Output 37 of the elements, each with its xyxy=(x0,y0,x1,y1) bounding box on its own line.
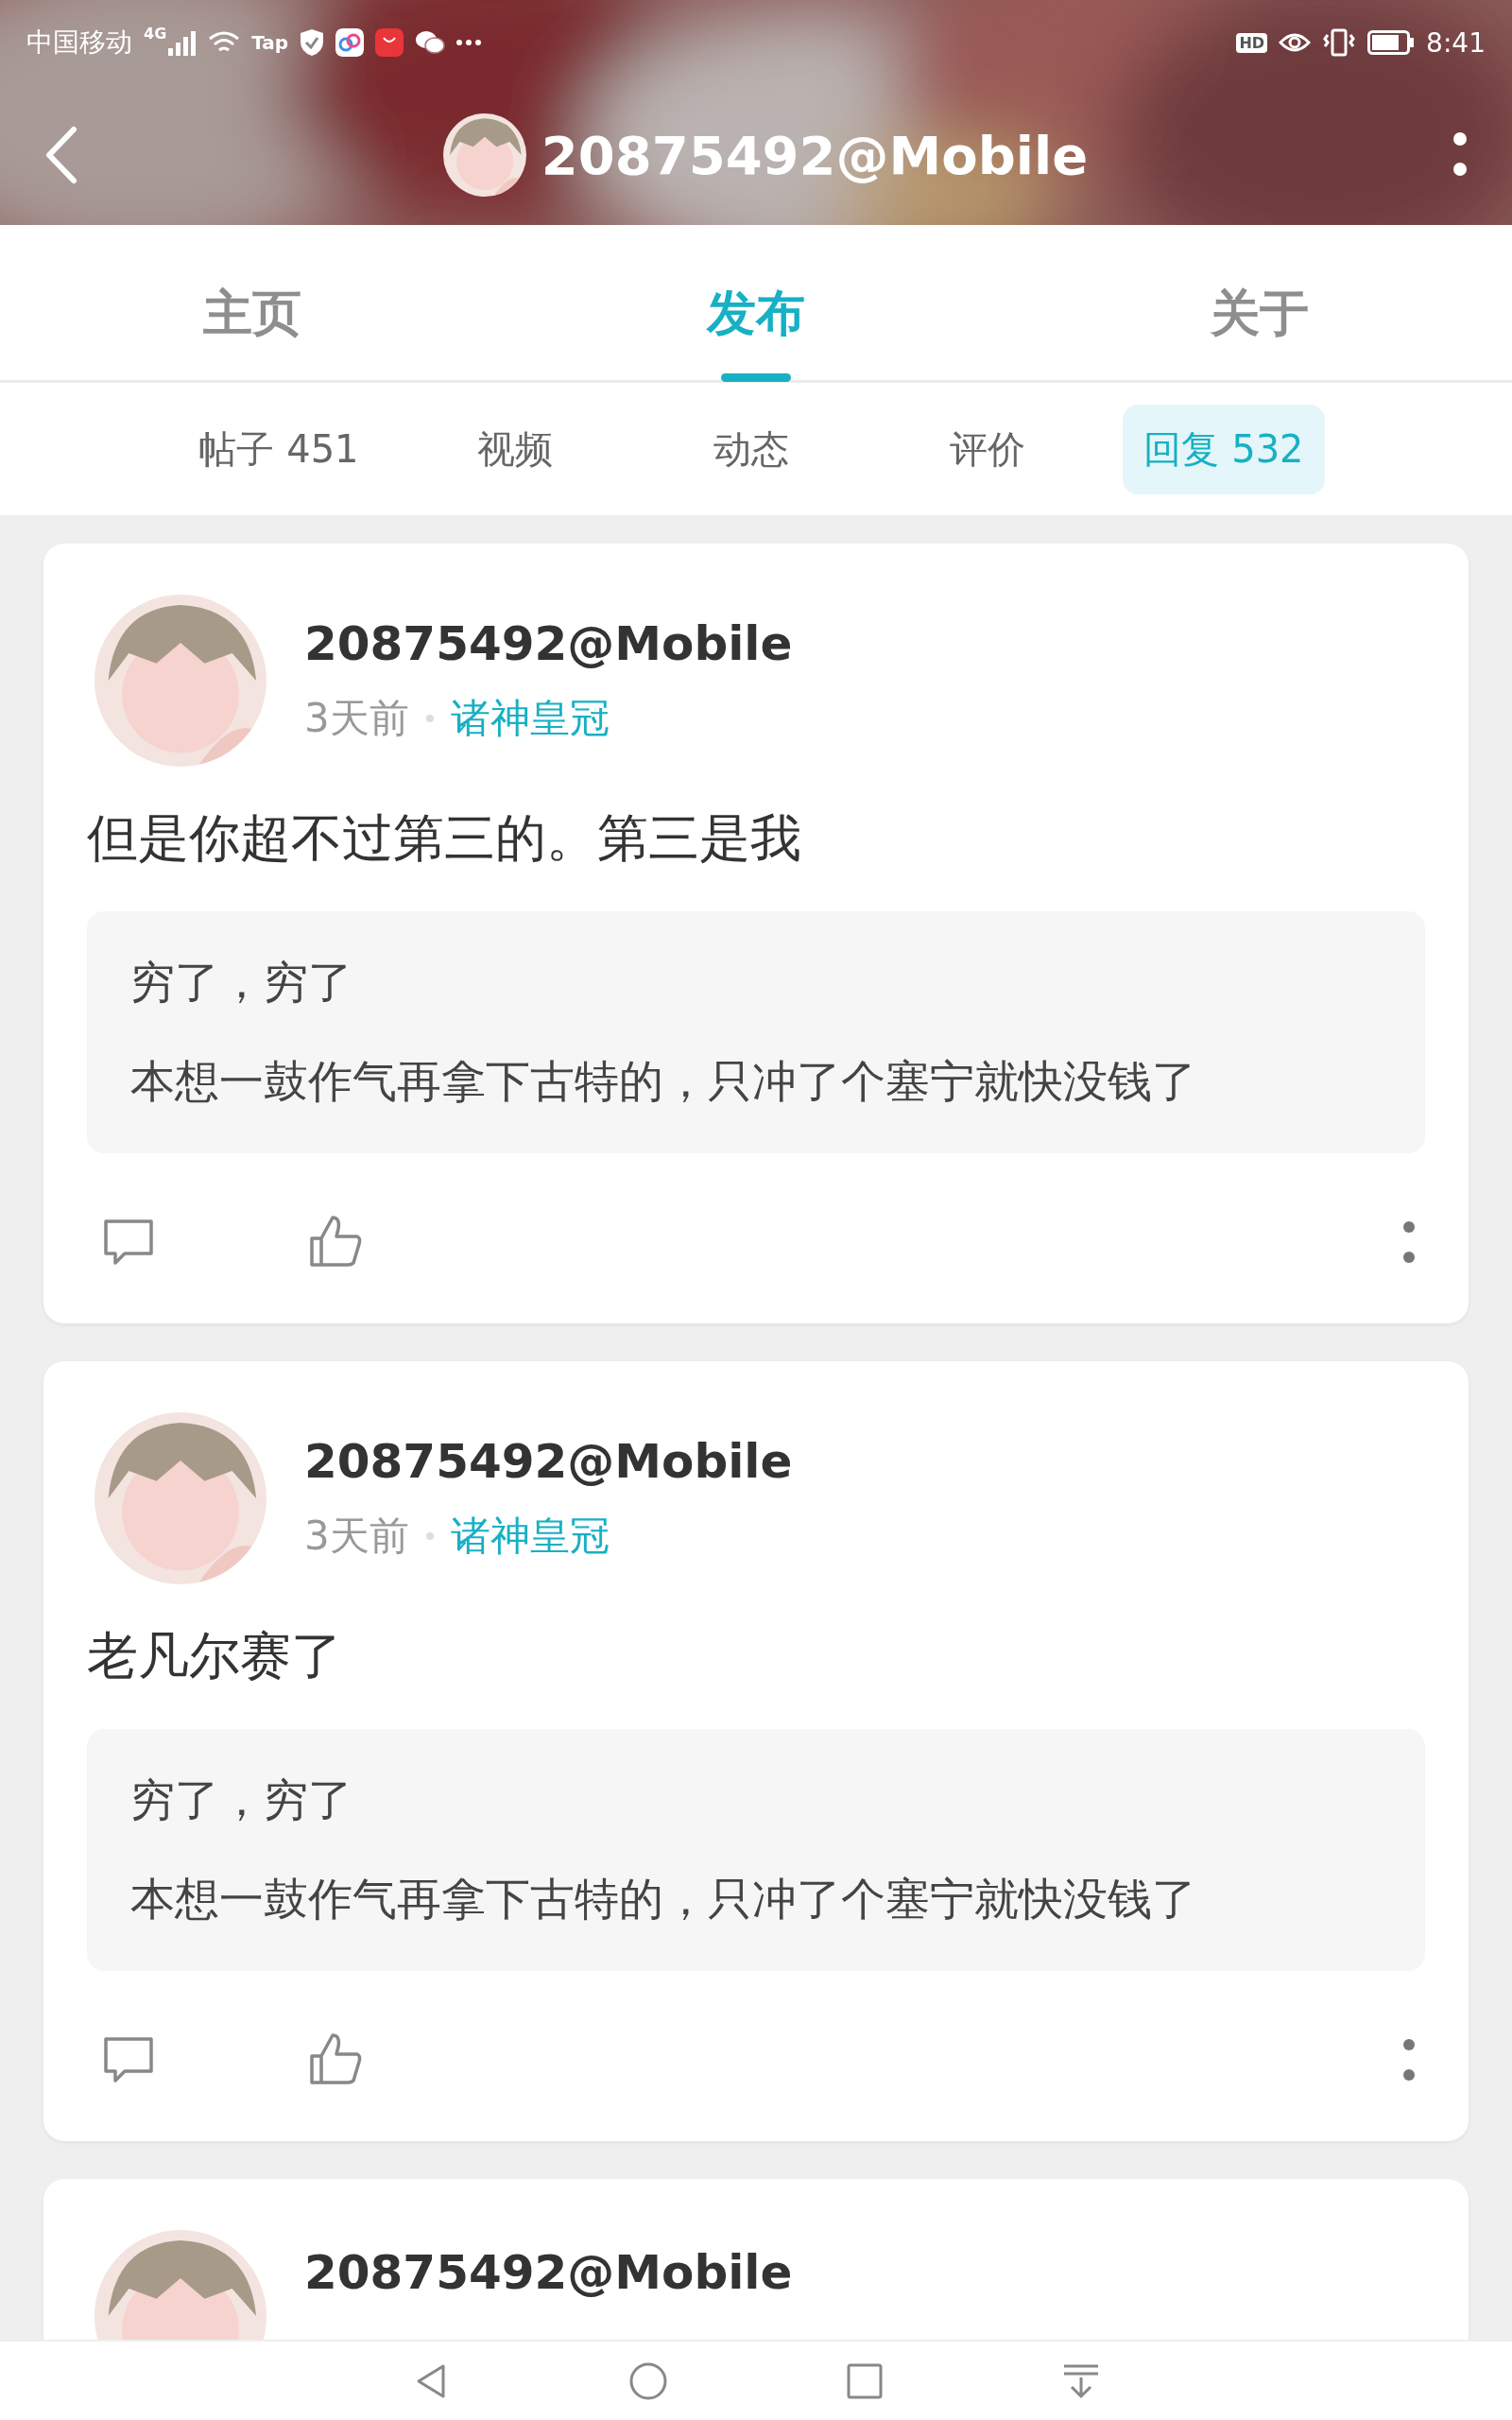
quote-line: 穷了，穷了 xyxy=(130,1772,353,1827)
quote-line: 穷了，穷了 xyxy=(130,955,353,1010)
more-options-icon[interactable] xyxy=(1402,1220,1416,1264)
app-icon xyxy=(335,28,365,57)
filter-tab[interactable]: 评价 xyxy=(929,404,1046,494)
author-name: 20875492@Mobile xyxy=(304,616,793,671)
more-options-icon[interactable] xyxy=(1402,2038,1416,2082)
battery-icon xyxy=(1367,30,1416,55)
store-icon xyxy=(375,28,404,57)
reply-text: 但是你超不过第三的。第三是我 xyxy=(87,807,802,870)
hd-label: HD xyxy=(1236,32,1268,53)
more-icon xyxy=(456,39,482,46)
separator-dot xyxy=(425,715,434,722)
tab[interactable]: 主页 xyxy=(0,225,505,380)
post-time: 3天前 xyxy=(304,1512,409,1561)
vibrate-icon xyxy=(1322,27,1357,58)
signal-icon xyxy=(168,29,198,56)
chat-icon xyxy=(415,29,446,56)
tab[interactable]: 关于 xyxy=(1007,225,1512,380)
carrier-name: 中国移动 xyxy=(26,26,132,60)
tap-label: Tap xyxy=(251,31,289,54)
network-type: 4G xyxy=(144,25,167,43)
quoted-post[interactable]: 穷了，穷了 本想一鼓作气再拿下古特的，只冲了个塞宁就快没钱了 xyxy=(87,1729,1425,1971)
quote-line: 本想一鼓作气再拿下古特的，只冲了个塞宁就快没钱了 xyxy=(130,1054,1197,1109)
quote-line: 本想一鼓作气再拿下古特的，只冲了个塞宁就快没钱了 xyxy=(130,1872,1197,1927)
author-name: 20875492@Mobile xyxy=(304,2245,793,2300)
quoted-post[interactable]: 穷了，穷了 本想一鼓作气再拿下古特的，只冲了个塞宁就快没钱了 xyxy=(87,911,1425,1153)
filter-tab[interactable]: 视频 xyxy=(456,404,574,494)
eye-icon xyxy=(1279,31,1312,54)
author-name: 20875492@Mobile xyxy=(304,1434,793,1489)
shield-icon xyxy=(300,28,325,57)
separator-dot xyxy=(425,1532,434,1540)
filter-tab[interactable]: 帖子 451 xyxy=(178,404,380,494)
reply-text: 老凡尔赛了 xyxy=(87,1625,343,1687)
clock-time: 8:41 xyxy=(1426,26,1486,59)
filter-tab[interactable]: 动态 xyxy=(693,404,810,494)
post-time: 3天前 xyxy=(304,694,409,743)
